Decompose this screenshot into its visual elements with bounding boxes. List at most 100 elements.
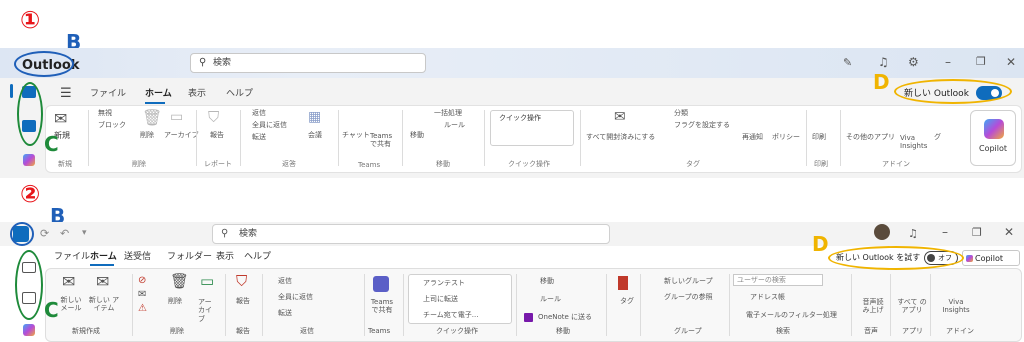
outline-b1 bbox=[14, 51, 74, 77]
ignore-icon[interactable]: ⊘ bbox=[138, 276, 146, 286]
menu-home[interactable]: ホーム bbox=[90, 253, 117, 262]
viva-button[interactable]: Viva Insights bbox=[940, 298, 972, 315]
label-c1: C bbox=[44, 132, 59, 156]
copilot-rail-icon[interactable] bbox=[23, 324, 35, 336]
menu-view[interactable]: 表示 bbox=[216, 253, 234, 262]
address-book-button[interactable]: アドレス帳 bbox=[750, 294, 785, 301]
quick-steps-box[interactable]: アランテスト 上司に転送 チーム宛て電子... bbox=[408, 274, 512, 324]
search-box[interactable]: ⚲ 検索 bbox=[190, 53, 426, 73]
note-icon[interactable]: ✎ bbox=[843, 57, 852, 68]
tag-button[interactable]: タグ bbox=[620, 298, 634, 305]
qat-dropdown-icon[interactable]: ▾ bbox=[82, 229, 87, 238]
sync-icon[interactable]: ⟳ bbox=[40, 228, 49, 239]
chat-button[interactable]: チャット bbox=[342, 132, 370, 139]
delete-button[interactable]: 削除 bbox=[168, 298, 182, 305]
bell-icon[interactable]: ♫ bbox=[908, 228, 918, 239]
new-outlook-window: Outlook ⚲ 検索 ✎ ♫ ⚙ – ❐ ✕ ☰ ファイル ホーム 表示 ヘ… bbox=[0, 48, 1024, 178]
flag-button[interactable]: フラグを設定する bbox=[674, 122, 730, 129]
trash-icon: 🗑 bbox=[142, 108, 163, 127]
menu-folder[interactable]: フォルダー bbox=[167, 253, 212, 262]
other-apps-button[interactable]: その他のアプリ bbox=[846, 134, 895, 141]
new-mail-icon: ✉ bbox=[62, 272, 76, 291]
delete-button[interactable]: 削除 bbox=[140, 132, 154, 139]
menu-file[interactable]: ファイル bbox=[90, 90, 126, 99]
gear-icon[interactable]: ⚙ bbox=[908, 56, 919, 68]
search-box-classic[interactable]: ⚲ 検索 bbox=[212, 224, 610, 244]
user-search-field[interactable]: ユーザーの検索 bbox=[733, 274, 823, 286]
undo-icon[interactable]: ↶ bbox=[60, 228, 69, 239]
menu-file[interactable]: ファイル bbox=[54, 253, 90, 262]
report-button[interactable]: 報告 bbox=[210, 132, 224, 139]
move-button[interactable]: 移動 bbox=[410, 132, 424, 139]
bell-icon[interactable]: ♫ bbox=[878, 56, 889, 68]
copilot-button[interactable]: Copilot bbox=[970, 110, 1016, 166]
ignore-button[interactable]: 無視 bbox=[98, 110, 112, 117]
report-icon: ⛉ bbox=[208, 108, 220, 126]
teams-share-button[interactable]: Teams で共有 bbox=[370, 298, 394, 315]
categorize-button[interactable]: 分類 bbox=[674, 110, 688, 117]
clean-icon[interactable]: ✉ bbox=[138, 290, 146, 300]
marker-2: ② bbox=[20, 180, 41, 208]
title-bar bbox=[0, 48, 1024, 78]
new-mail-button[interactable]: 新しい メール bbox=[58, 296, 84, 313]
sep bbox=[606, 274, 607, 336]
hamburger-icon[interactable]: ☰ bbox=[60, 87, 72, 100]
browse-groups-button[interactable]: グループの参照 bbox=[664, 294, 713, 301]
rules-button[interactable]: ルール bbox=[540, 296, 561, 303]
teams-share-button[interactable]: Teams で共有 bbox=[370, 132, 398, 149]
reply-all-button[interactable]: 全員に返信 bbox=[278, 294, 313, 301]
gr-button[interactable]: グ bbox=[934, 134, 941, 141]
avatar[interactable] bbox=[874, 224, 890, 240]
print-button[interactable]: 印刷 bbox=[812, 134, 826, 141]
sep bbox=[640, 274, 641, 336]
reply-button[interactable]: 返信 bbox=[252, 110, 266, 117]
one-click-button[interactable]: 一括処理 bbox=[434, 110, 462, 117]
onenote-button[interactable]: OneNote に送る bbox=[538, 314, 592, 321]
copilot-rail-icon[interactable] bbox=[23, 154, 35, 166]
menu-view[interactable]: 表示 bbox=[188, 90, 206, 99]
viva-button[interactable]: Viva Insights bbox=[900, 134, 927, 151]
copilot-top-button[interactable]: Copilot bbox=[962, 250, 1020, 266]
quick-step-3[interactable]: チーム宛て電子... bbox=[423, 312, 478, 319]
menu-help[interactable]: ヘルプ bbox=[244, 253, 271, 262]
search-icon: ⚲ bbox=[221, 228, 229, 239]
forward-button[interactable]: 転送 bbox=[278, 310, 292, 317]
restore-icon[interactable]: ❐ bbox=[976, 56, 986, 67]
mark-read-button[interactable]: すべて開封済みにする bbox=[586, 134, 655, 141]
junk-icon[interactable]: ⚠ bbox=[138, 304, 147, 314]
menu-home[interactable]: ホーム bbox=[145, 90, 172, 99]
forward-button[interactable]: 転送 bbox=[252, 134, 266, 141]
menu-help[interactable]: ヘルプ bbox=[226, 90, 253, 99]
quick-steps-box[interactable]: クイック操作 bbox=[490, 110, 574, 146]
reply-all-button[interactable]: 全員に返信 bbox=[252, 122, 287, 129]
minimize-icon[interactable]: – bbox=[945, 56, 951, 68]
new-mail-icon[interactable]: ✉ bbox=[54, 111, 67, 127]
quick-step-1[interactable]: アランテスト bbox=[423, 280, 465, 287]
move-button[interactable]: 移動 bbox=[540, 278, 554, 285]
filter-email-button[interactable]: 電子メールのフィルター処理 bbox=[746, 312, 837, 319]
read-aloud-button[interactable]: 音声読み上げ bbox=[860, 298, 886, 315]
sep bbox=[225, 274, 226, 336]
sep bbox=[196, 110, 197, 166]
group-label-teams: Teams bbox=[368, 327, 391, 335]
outline-d1 bbox=[894, 79, 1012, 104]
rules-button[interactable]: ルール bbox=[444, 122, 465, 129]
minimize-icon[interactable]: – bbox=[942, 226, 948, 238]
restore-icon[interactable]: ❐ bbox=[972, 227, 982, 238]
all-apps-button[interactable]: すべて のアプリ bbox=[896, 298, 928, 315]
policy-button[interactable]: ポリシー bbox=[772, 134, 800, 141]
menu-sendreceive[interactable]: 送受信 bbox=[124, 253, 151, 262]
close-icon[interactable]: ✕ bbox=[1006, 56, 1016, 68]
block-button[interactable]: ブロック bbox=[98, 122, 126, 129]
tag-flag-icon bbox=[618, 276, 628, 290]
archive-button[interactable]: アーカイブ bbox=[164, 132, 199, 139]
report-button[interactable]: 報告 bbox=[236, 298, 250, 305]
reply-button[interactable]: 返信 bbox=[278, 278, 292, 285]
new-items-button[interactable]: 新しい アイテム bbox=[88, 296, 120, 313]
quick-step-2[interactable]: 上司に転送 bbox=[423, 296, 458, 303]
new-group-button[interactable]: 新しいグループ bbox=[664, 278, 713, 285]
snooze-button[interactable]: 再通知 bbox=[742, 134, 763, 141]
meeting-button[interactable]: 会議 bbox=[308, 132, 322, 139]
archive-button[interactable]: アーカイブ bbox=[198, 298, 214, 323]
close-icon[interactable]: ✕ bbox=[1004, 226, 1014, 238]
